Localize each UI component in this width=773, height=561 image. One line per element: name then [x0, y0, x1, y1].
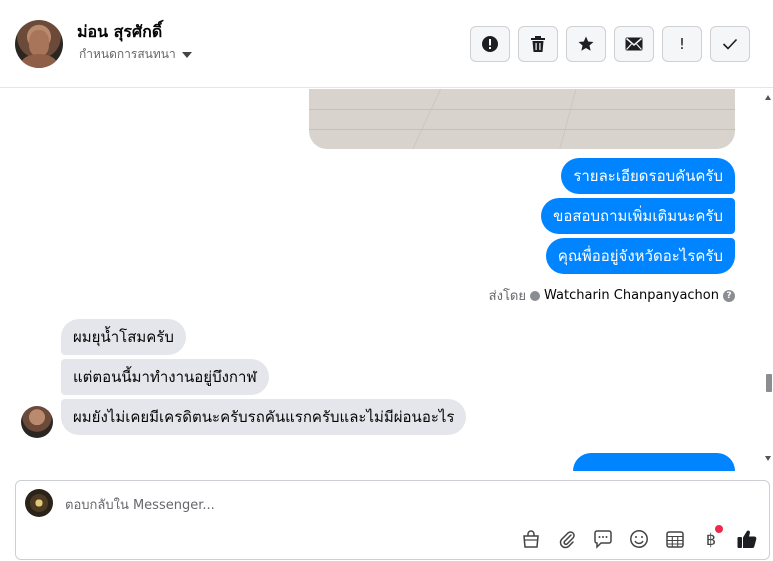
payment-button[interactable]: ฿ [699, 525, 723, 551]
conversation-header: ม่อน สุรศักดิ์ กำหนดการสนทนา ! [0, 0, 773, 88]
check-icon [722, 38, 738, 50]
sent-by-prefix: ส่งโดย [488, 289, 526, 304]
report-button[interactable] [470, 26, 510, 62]
scroll-up-icon[interactable] [765, 95, 771, 100]
inbox-conversation: ม่อน สุรศักดิ์ กำหนดการสนทนา ! รายละเอีย… [0, 0, 773, 561]
incoming-message[interactable]: ผมยังไม่เคยมีเครดิตนะครับรถคันแรกครับและ… [61, 399, 467, 435]
trash-icon [531, 36, 545, 52]
contact-avatar[interactable] [15, 20, 63, 68]
attach-button[interactable] [555, 527, 579, 551]
appointment-button[interactable] [663, 527, 687, 551]
thread-scrollbar[interactable] [763, 89, 773, 471]
incoming-message[interactable]: แต่ตอนนี้มาทำงานอยู่บึงกาฬ [61, 359, 269, 395]
done-button[interactable] [710, 26, 750, 62]
scroll-thumb[interactable] [766, 374, 772, 392]
saved-replies-icon [594, 530, 612, 549]
page-avatar [25, 489, 53, 517]
shop-button[interactable] [519, 527, 543, 551]
reply-input[interactable] [65, 495, 665, 515]
emoji-button[interactable] [627, 527, 651, 551]
outgoing-message[interactable]: ขอสอบถามเพิ่มเติมนะครับ [541, 198, 735, 234]
incoming-message[interactable]: ผมยุน้ำโสมครับ [61, 319, 186, 355]
verified-icon [530, 290, 540, 301]
scroll-down-icon[interactable] [765, 456, 771, 461]
outgoing-message[interactable]: รายละเอียดรอบคันครับ [561, 158, 735, 194]
shared-photo[interactable] [309, 89, 735, 149]
saved-replies-button[interactable] [591, 527, 615, 551]
exclamation-icon: ! [678, 35, 685, 53]
emoji-icon [630, 530, 648, 548]
caret-down-icon [181, 51, 192, 58]
incoming-message-group: ผมยุน้ำโสมครับ แต่ตอนนี้มาทำงานอยู่บึงกา… [61, 319, 467, 435]
delete-button[interactable] [518, 26, 558, 62]
thumbs-up-icon [737, 530, 757, 548]
message-thread[interactable]: รายละเอียดรอบคันครับ ขอสอบถามเพิ่มเติมนะ… [0, 89, 773, 471]
notification-dot [715, 525, 723, 533]
envelope-icon [625, 37, 643, 51]
like-button[interactable] [735, 527, 759, 551]
header-actions: ! [470, 26, 750, 62]
exclamation-circle-icon [482, 36, 498, 52]
reply-composer: ฿ [15, 480, 770, 560]
paperclip-icon [559, 531, 575, 549]
sent-by-label: ส่งโดย Watcharin Chanpanyachon ? [489, 285, 735, 306]
conversation-status-label: กำหนดการสนทนา [79, 47, 176, 61]
sender-name: Watcharin Chanpanyachon [544, 288, 719, 303]
contact-name[interactable]: ม่อน สุรศักดิ์ [77, 20, 162, 45]
outgoing-message-group: รายละเอียดรอบคันครับ ขอสอบถามเพิ่มเติมนะ… [541, 158, 735, 274]
composer-toolbar: ฿ [519, 525, 759, 551]
bag-icon [523, 530, 539, 548]
star-icon [578, 36, 594, 51]
outgoing-message-partial[interactable] [573, 453, 735, 471]
star-button[interactable] [566, 26, 606, 62]
baht-icon: ฿ [705, 529, 717, 549]
contact-avatar-small[interactable] [21, 406, 53, 438]
mark-unread-button[interactable] [614, 26, 654, 62]
calendar-icon [666, 531, 684, 548]
help-icon[interactable]: ? [723, 289, 735, 302]
important-button[interactable]: ! [662, 26, 702, 62]
conversation-status-dropdown[interactable]: กำหนดการสนทนา [79, 45, 192, 64]
outgoing-message[interactable]: คุณพื่ออยู่จังหวัดอะไรครับ [545, 238, 735, 274]
